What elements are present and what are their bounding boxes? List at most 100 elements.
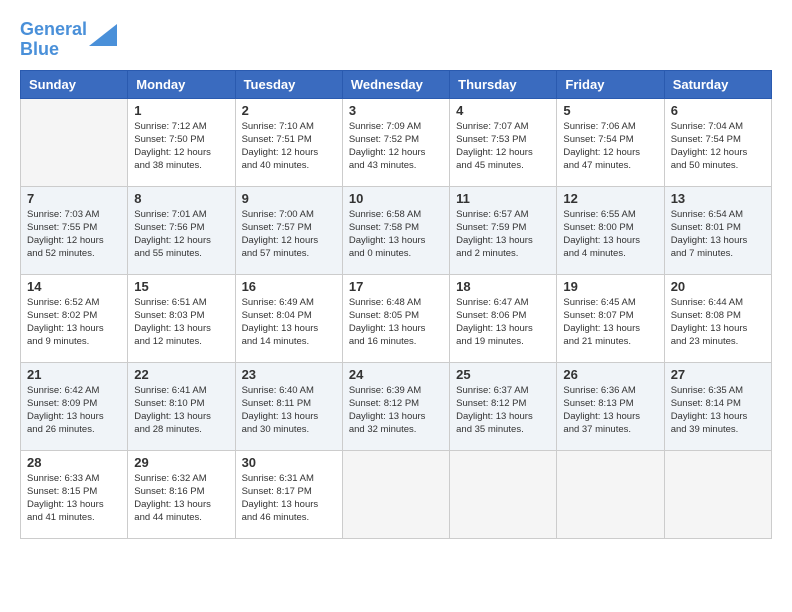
cell-info: Sunrise: 6:35 AMSunset: 8:14 PMDaylight:…: [671, 384, 765, 437]
daylight-label: Daylight:: [242, 499, 282, 510]
date-number: 30: [242, 455, 336, 470]
logo-general: General: [20, 19, 87, 39]
cell-info: Sunrise: 6:31 AMSunset: 8:17 PMDaylight:…: [242, 472, 336, 525]
daylight-label: Daylight:: [349, 147, 389, 158]
sunrise-label: Sunrise:: [134, 121, 172, 132]
sunset-time: 8:16 PM: [169, 486, 204, 497]
day-header-thursday: Thursday: [450, 70, 557, 98]
sunrise-time: 6:49 AM: [279, 297, 314, 308]
cell-info: Sunrise: 7:12 AMSunset: 7:50 PMDaylight:…: [134, 120, 228, 173]
cell-info: Sunrise: 6:45 AMSunset: 8:07 PMDaylight:…: [563, 296, 657, 349]
sunrise-label: Sunrise:: [563, 209, 601, 220]
cal-cell: 7Sunrise: 7:03 AMSunset: 7:55 PMDaylight…: [21, 186, 128, 274]
sunset-time: 8:01 PM: [706, 222, 741, 233]
sunrise-time: 6:44 AM: [708, 297, 743, 308]
cell-info: Sunrise: 7:03 AMSunset: 7:55 PMDaylight:…: [27, 208, 121, 261]
sunrise-label: Sunrise:: [134, 473, 172, 484]
sunset-time: 7:51 PM: [276, 134, 311, 145]
cell-info: Sunrise: 7:07 AMSunset: 7:53 PMDaylight:…: [456, 120, 550, 173]
sunset-label: Sunset:: [349, 398, 384, 409]
cal-cell: 22Sunrise: 6:41 AMSunset: 8:10 PMDayligh…: [128, 362, 235, 450]
date-number: 1: [134, 103, 228, 118]
sunset-label: Sunset:: [349, 222, 384, 233]
calendar-table: SundayMondayTuesdayWednesdayThursdayFrid…: [20, 70, 772, 539]
cal-cell: 11Sunrise: 6:57 AMSunset: 7:59 PMDayligh…: [450, 186, 557, 274]
cal-cell: 4Sunrise: 7:07 AMSunset: 7:53 PMDaylight…: [450, 98, 557, 186]
daylight-label: Daylight:: [27, 235, 67, 246]
sunset-label: Sunset:: [456, 222, 491, 233]
cal-cell: 10Sunrise: 6:58 AMSunset: 7:58 PMDayligh…: [342, 186, 449, 274]
sunrise-label: Sunrise:: [134, 385, 172, 396]
cal-cell: 29Sunrise: 6:32 AMSunset: 8:16 PMDayligh…: [128, 450, 235, 538]
day-header-friday: Friday: [557, 70, 664, 98]
day-header-sunday: Sunday: [21, 70, 128, 98]
sunset-label: Sunset:: [671, 310, 706, 321]
cal-cell: [664, 450, 771, 538]
week-row-3: 14Sunrise: 6:52 AMSunset: 8:02 PMDayligh…: [21, 274, 772, 362]
daylight-label: Daylight:: [456, 323, 496, 334]
sunrise-label: Sunrise:: [671, 209, 709, 220]
sunset-label: Sunset:: [134, 134, 169, 145]
sunrise-time: 6:48 AM: [386, 297, 421, 308]
sunset-time: 7:57 PM: [276, 222, 311, 233]
sunrise-label: Sunrise:: [134, 209, 172, 220]
sunrise-label: Sunrise:: [242, 297, 280, 308]
week-row-4: 21Sunrise: 6:42 AMSunset: 8:09 PMDayligh…: [21, 362, 772, 450]
sunrise-label: Sunrise:: [242, 209, 280, 220]
cal-cell: 21Sunrise: 6:42 AMSunset: 8:09 PMDayligh…: [21, 362, 128, 450]
sunset-time: 8:11 PM: [276, 398, 311, 409]
sunrise-time: 7:12 AM: [172, 121, 207, 132]
date-number: 16: [242, 279, 336, 294]
sunrise-label: Sunrise:: [456, 121, 494, 132]
date-number: 18: [456, 279, 550, 294]
daylight-label: Daylight:: [456, 411, 496, 422]
logo-icon: [89, 24, 117, 46]
daylight-label: Daylight:: [134, 499, 174, 510]
sunset-time: 7:54 PM: [598, 134, 633, 145]
date-number: 12: [563, 191, 657, 206]
cal-cell: [450, 450, 557, 538]
sunrise-time: 6:40 AM: [279, 385, 314, 396]
daylight-label: Daylight:: [349, 411, 389, 422]
date-number: 27: [671, 367, 765, 382]
cell-info: Sunrise: 6:52 AMSunset: 8:02 PMDaylight:…: [27, 296, 121, 349]
cell-info: Sunrise: 6:48 AMSunset: 8:05 PMDaylight:…: [349, 296, 443, 349]
daylight-label: Daylight:: [671, 323, 711, 334]
cal-cell: 9Sunrise: 7:00 AMSunset: 7:57 PMDaylight…: [235, 186, 342, 274]
daylight-label: Daylight:: [27, 411, 67, 422]
sunrise-time: 6:42 AM: [65, 385, 100, 396]
cell-info: Sunrise: 7:06 AMSunset: 7:54 PMDaylight:…: [563, 120, 657, 173]
sunset-label: Sunset:: [456, 310, 491, 321]
sunset-time: 8:09 PM: [62, 398, 97, 409]
date-number: 6: [671, 103, 765, 118]
date-number: 23: [242, 367, 336, 382]
cal-cell: 28Sunrise: 6:33 AMSunset: 8:15 PMDayligh…: [21, 450, 128, 538]
day-header-monday: Monday: [128, 70, 235, 98]
sunrise-label: Sunrise:: [242, 385, 280, 396]
date-number: 17: [349, 279, 443, 294]
cell-info: Sunrise: 7:10 AMSunset: 7:51 PMDaylight:…: [242, 120, 336, 173]
sunset-time: 8:15 PM: [62, 486, 97, 497]
sunrise-time: 6:52 AM: [65, 297, 100, 308]
sunset-label: Sunset:: [242, 310, 277, 321]
cal-cell: 2Sunrise: 7:10 AMSunset: 7:51 PMDaylight…: [235, 98, 342, 186]
cal-cell: 5Sunrise: 7:06 AMSunset: 7:54 PMDaylight…: [557, 98, 664, 186]
sunset-label: Sunset:: [134, 222, 169, 233]
cal-cell: 30 Sunrise: 6:31 AMSunset: 8:17 PMDayligh…: [235, 450, 342, 538]
sunset-label: Sunset:: [563, 134, 598, 145]
sunrise-label: Sunrise:: [563, 385, 601, 396]
cal-cell: 6Sunrise: 7:04 AMSunset: 7:54 PMDaylight…: [664, 98, 771, 186]
daylight-label: Daylight:: [242, 323, 282, 334]
daylight-label: Daylight:: [563, 235, 603, 246]
sunset-time: 8:08 PM: [706, 310, 741, 321]
sunrise-time: 6:35 AM: [708, 385, 743, 396]
cal-cell: 12Sunrise: 6:55 AMSunset: 8:00 PMDayligh…: [557, 186, 664, 274]
sunrise-label: Sunrise:: [242, 473, 280, 484]
daylight-label: Daylight:: [27, 323, 67, 334]
sunset-label: Sunset:: [242, 398, 277, 409]
daylight-label: Daylight:: [563, 147, 603, 158]
sunset-time: 8:03 PM: [169, 310, 204, 321]
sunset-label: Sunset:: [134, 310, 169, 321]
daylight-label: Daylight:: [242, 411, 282, 422]
sunrise-time: 7:09 AM: [386, 121, 421, 132]
